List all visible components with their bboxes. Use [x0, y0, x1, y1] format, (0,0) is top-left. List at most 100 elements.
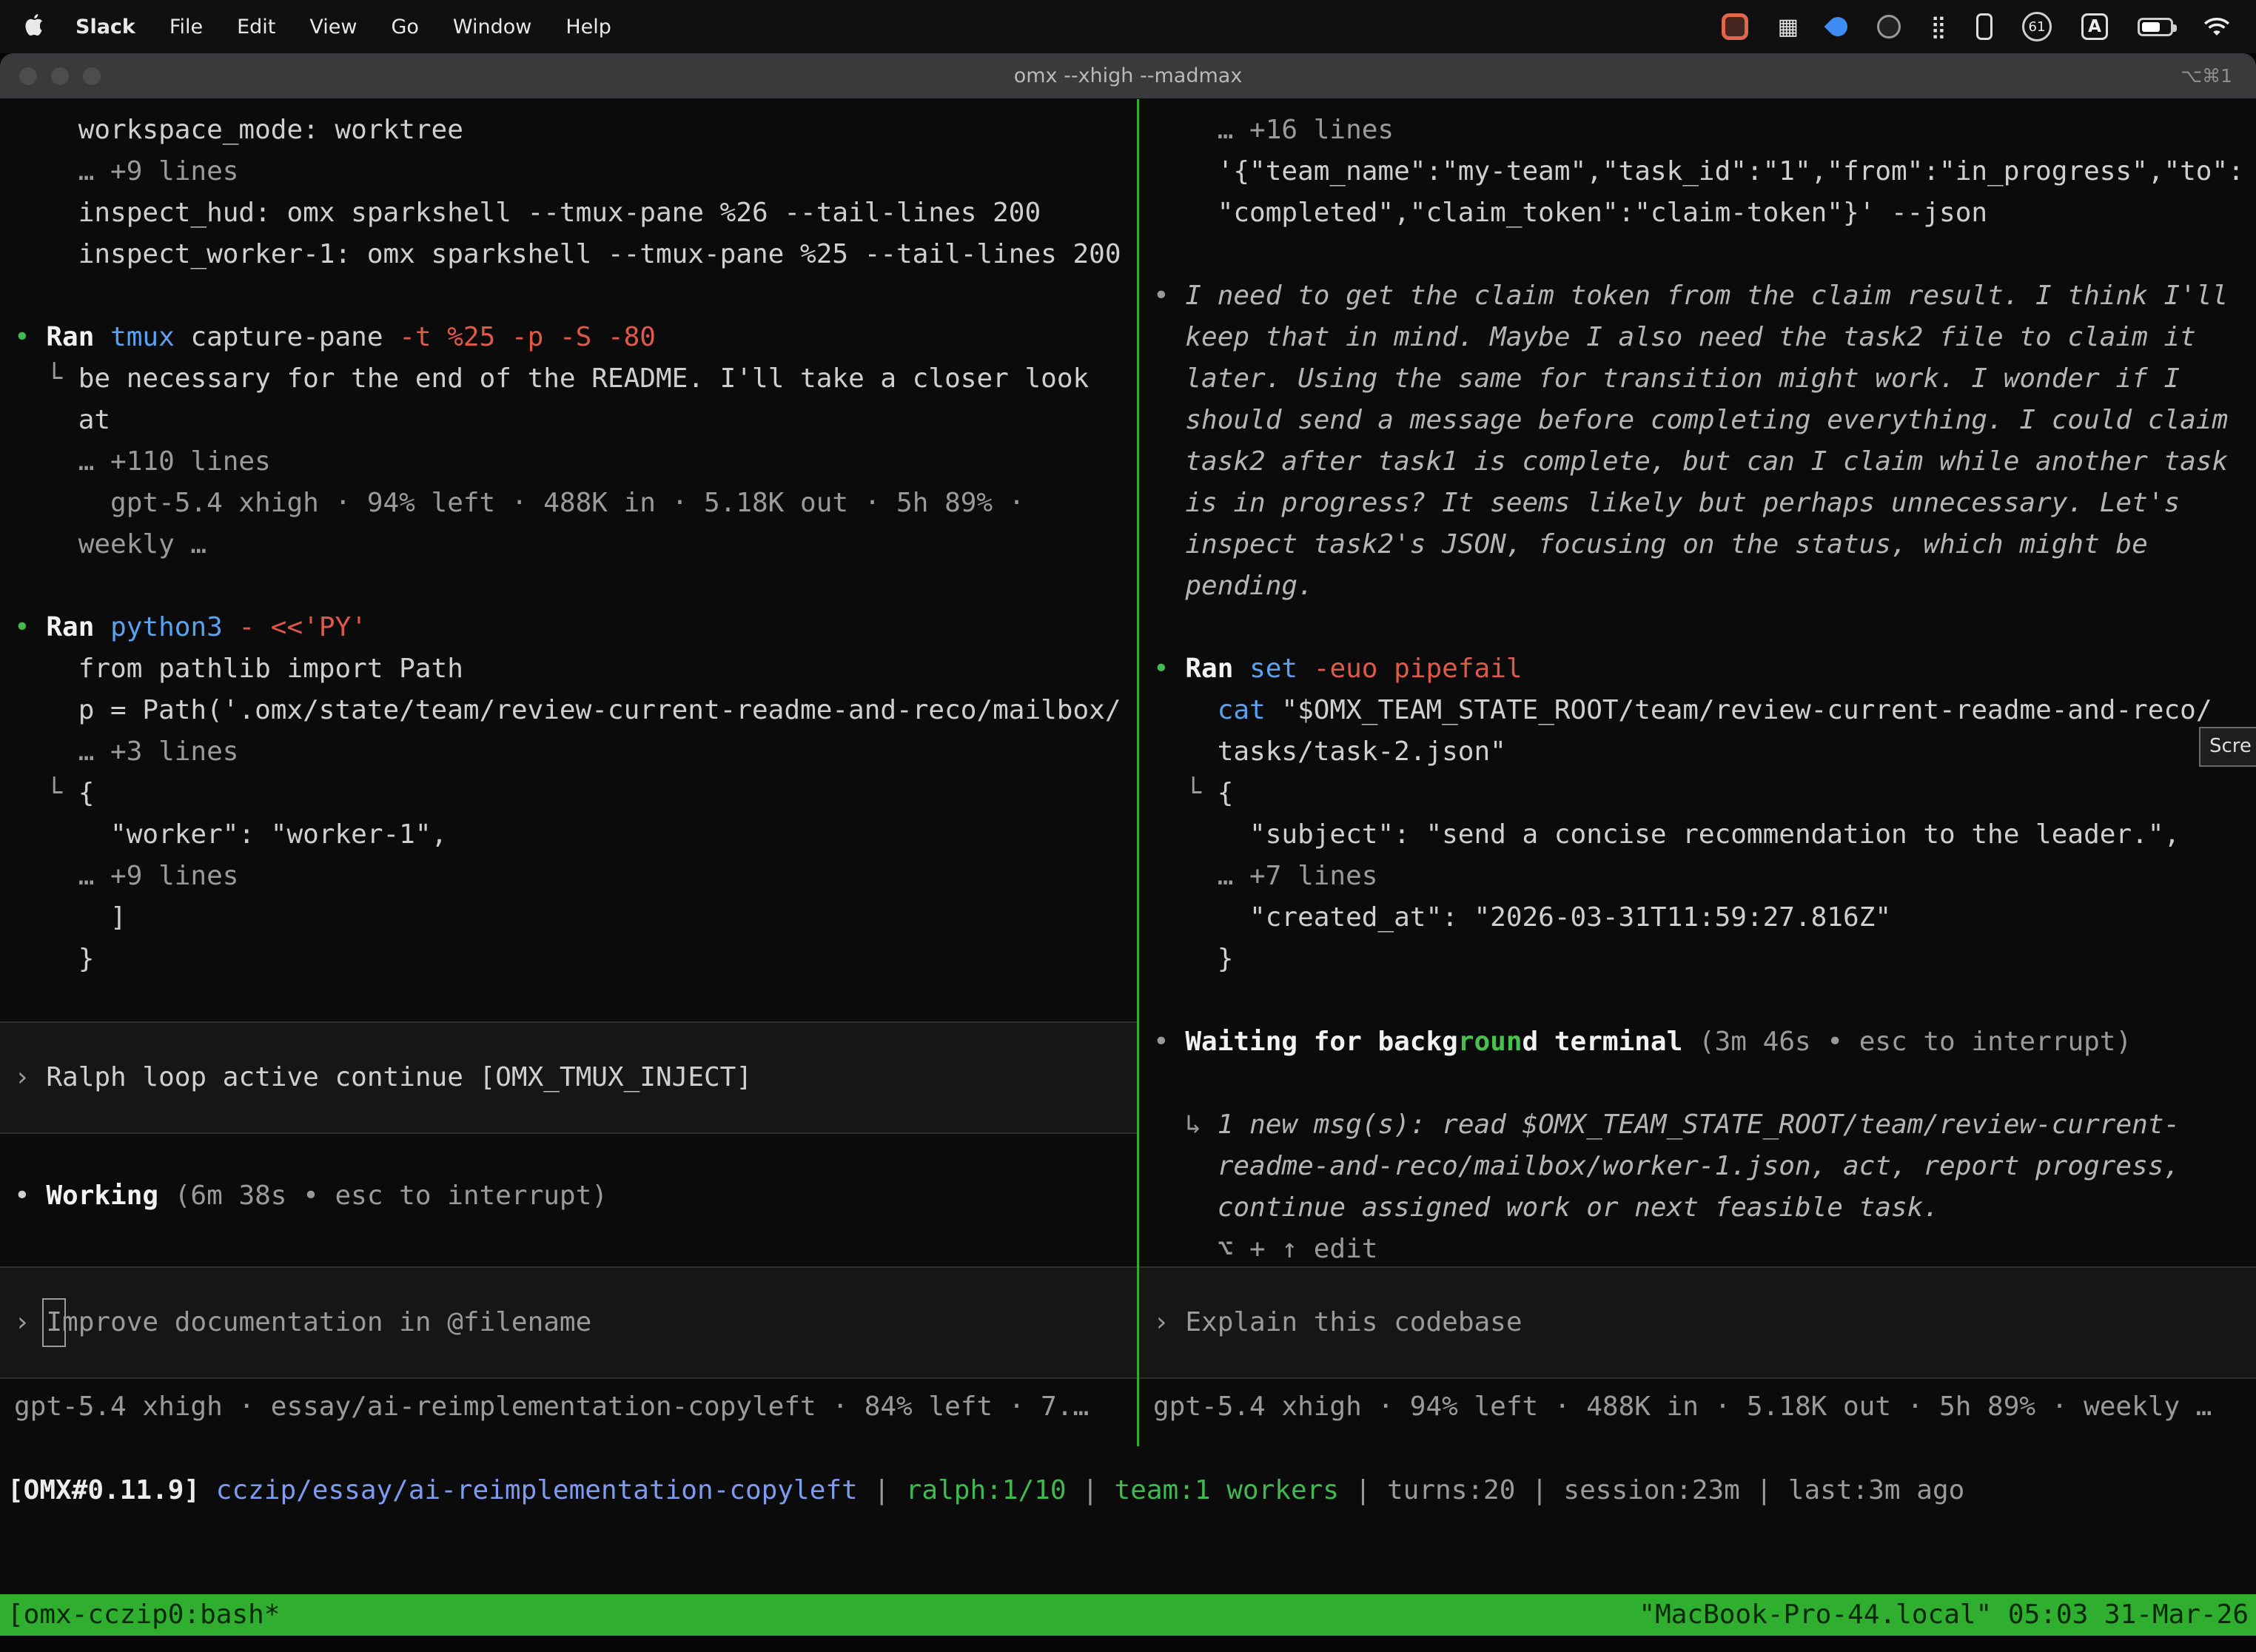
menubar-status-icons: ▦ ⣿ 61 A: [1722, 12, 2231, 41]
terminal-line: • I need to get the claim token from the…: [1139, 275, 2256, 317]
text-segment: (3m 46s • esc to interrupt): [1699, 1027, 2132, 1057]
terminal-line: • Ran python3 - <<'PY': [0, 607, 1137, 648]
text-segment: [14, 778, 46, 808]
text-segment: •: [14, 1181, 46, 1211]
text-segment: inspect_worker-1: omx sparkshell --tmux-…: [14, 239, 1121, 269]
text-segment: cczip/essay/ai-reimplementation-copyleft: [216, 1475, 858, 1505]
text-segment: Ran: [46, 322, 110, 352]
text-segment: "$OMX_TEAM_STATE_ROOT/team/review-curren…: [1266, 695, 2212, 725]
working-status: • Working (6m 38s • esc to interrupt): [0, 1175, 1137, 1217]
text-segment: later. Using the same for transition mig…: [1153, 363, 2180, 394]
text-segment: •: [1153, 654, 1185, 684]
pane-right[interactable]: … +16 lines '{"team_name":"my-team","tas…: [1139, 99, 2256, 1446]
menu-edit[interactable]: Edit: [237, 16, 275, 38]
text-segment: }: [1153, 944, 1233, 974]
terminal-line: cat "$OMX_TEAM_STATE_ROOT/team/review-cu…: [1139, 690, 2256, 731]
terminal-line: workspace_mode: worktree: [0, 110, 1137, 151]
screen-record-icon[interactable]: [1722, 13, 1748, 40]
terminal-line: "completed","claim_token":"claim-token"}…: [1139, 192, 2256, 234]
dots-grid-icon[interactable]: ⣿: [1930, 14, 1947, 40]
terminal-line: is in progress? It seems likely but perh…: [1139, 483, 2256, 524]
menu-help[interactable]: Help: [565, 16, 611, 38]
menu-go[interactable]: Go: [391, 16, 418, 38]
text-segment: from pathlib import Path: [14, 654, 463, 684]
window-titlebar[interactable]: omx --xhigh --madmax ⌥⌘1: [0, 53, 2256, 99]
text-segment: workspace_mode: worktree: [14, 115, 463, 145]
tmux-host-clock: "MacBook-Pro-44.local" 05:03 31-Mar-26: [1639, 1594, 2249, 1636]
menu-file[interactable]: File: [169, 16, 203, 38]
terminal-line: ⌥ + ↑ edit: [1139, 1229, 2256, 1270]
text-segment: |: [1740, 1475, 1788, 1505]
terminal-line: at: [0, 400, 1137, 441]
terminal-line: • Ran tmux capture-pane -t %25 -p -S -80: [0, 317, 1137, 358]
terminal-line: continue assigned work or next feasible …: [1139, 1187, 2256, 1229]
text-segment: ›: [1153, 1302, 1185, 1343]
traffic-lights: [19, 67, 101, 85]
menu-view[interactable]: View: [309, 16, 357, 38]
text-segment: ralph:1/10: [906, 1475, 1067, 1505]
wifi-icon[interactable]: [2203, 16, 2231, 38]
text-segment: "created_at": "2026-03-31T11:59:27.816Z": [1153, 902, 1891, 933]
text-segment: •: [14, 612, 46, 642]
text-segment: mprove documentation in @filename: [62, 1302, 591, 1343]
text-segment: continue assigned work or next feasible …: [1153, 1192, 1939, 1223]
terminal-line: "created_at": "2026-03-31T11:59:27.816Z": [1139, 897, 2256, 939]
terminal-line: task2 after task1 is complete, but can I…: [1139, 441, 2256, 483]
terminal-scrollback[interactable]: … +16 lines '{"team_name":"my-team","tas…: [1139, 99, 2256, 1270]
tooltip: Scre: [2199, 727, 2256, 767]
drop-icon[interactable]: [1824, 13, 1852, 41]
text-segment: |: [1339, 1475, 1387, 1505]
text-segment: |: [1515, 1475, 1563, 1505]
battery-percent-badge[interactable]: 61: [2022, 12, 2052, 41]
prompt-input[interactable]: › Improve documentation in @filename: [0, 1266, 1137, 1379]
grid-icon[interactable]: ▦: [1778, 14, 1799, 40]
terminal-line: [0, 565, 1137, 607]
app-menus: Slack File Edit View Go Window Help: [75, 16, 611, 38]
model-status-line: gpt-5.4 xhigh · essay/ai-reimplementatio…: [0, 1386, 1137, 1428]
terminal-line: }: [1139, 939, 2256, 980]
text-segment: [14, 363, 46, 394]
text-segment: … +3 lines: [14, 736, 238, 767]
terminal-line: ↳ 1 new msg(s): read $OMX_TEAM_STATE_ROO…: [1139, 1104, 2256, 1146]
pane-left[interactable]: workspace_mode: worktree … +9 lines insp…: [0, 99, 1139, 1446]
text-segment: … +9 lines: [14, 861, 238, 891]
text-segment: capture-pane: [175, 322, 399, 352]
close-button[interactable]: [19, 67, 37, 85]
terminal-scrollback[interactable]: workspace_mode: worktree … +9 lines insp…: [0, 99, 1137, 1021]
terminal-line: [1139, 980, 2256, 1021]
menu-window[interactable]: Window: [453, 16, 531, 38]
apple-icon: [25, 13, 44, 41]
terminal-line: … +110 lines: [0, 441, 1137, 483]
text-segment: [1297, 654, 1314, 684]
battery-icon[interactable]: [2138, 18, 2173, 36]
text-segment: p = Path('.omx/state/team/review-current…: [14, 695, 1121, 725]
terminal-line: [1139, 234, 2256, 275]
text-segment: •: [1153, 1027, 1185, 1057]
text-segment: Working: [46, 1181, 174, 1211]
input-source-icon[interactable]: A: [2081, 13, 2108, 40]
terminal-line: later. Using the same for transition mig…: [1139, 358, 2256, 400]
text-segment: [1153, 695, 1218, 725]
terminal-line: … +7 lines: [1139, 856, 2256, 897]
apple-menu[interactable]: [25, 13, 44, 41]
terminal-line: • Ran set -euo pipefail: [1139, 648, 2256, 690]
text-segment: |: [1067, 1475, 1115, 1505]
zoom-button[interactable]: [83, 67, 101, 85]
text-segment: is in progress? It seems likely but perh…: [1153, 488, 2180, 518]
phone-mirroring-icon[interactable]: [1976, 13, 1993, 40]
prompt-input[interactable]: › Explain this codebase: [1139, 1266, 2256, 1379]
minimize-button[interactable]: [51, 67, 69, 85]
text-segment: '{"team_name":"my-team","task_id":"1","f…: [1153, 156, 2244, 187]
terminal-line: • Waiting for background terminal (3m 46…: [1139, 1021, 2256, 1063]
menu-app-slack[interactable]: Slack: [75, 16, 135, 38]
terminal-content: workspace_mode: worktree … +9 lines insp…: [0, 99, 2256, 1636]
text-segment: [1153, 1109, 1185, 1140]
text-segment: ]: [14, 902, 127, 933]
terminal-line: "worker": "worker-1",: [0, 814, 1137, 856]
terminal-line: weekly …: [0, 524, 1137, 565]
tmux-session-label: [omx-cczip0:bash*: [7, 1594, 280, 1636]
text-segment: inspect task2's JSON, focusing on the st…: [1153, 529, 2148, 560]
text-segment: "subject": "send a concise recommendatio…: [1153, 819, 2180, 850]
terminal-line: └ {: [1139, 773, 2256, 814]
app-circle-icon[interactable]: [1877, 15, 1901, 38]
